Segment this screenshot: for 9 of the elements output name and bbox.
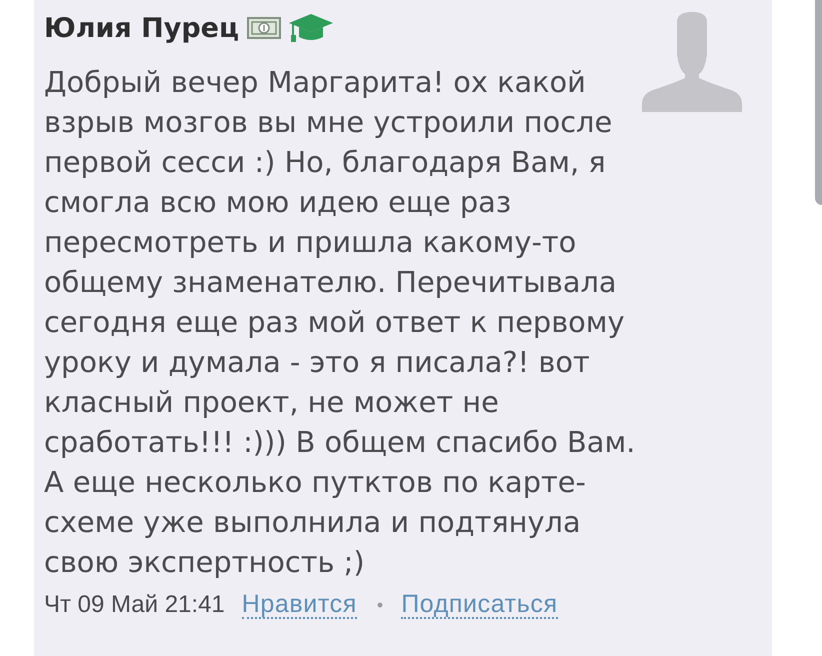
author-name: Юлия Пурец: [44, 12, 239, 44]
avatar-silhouette-icon: [641, 12, 743, 112]
subscribe-link[interactable]: Подписаться: [401, 591, 558, 619]
like-link[interactable]: Нравится: [242, 591, 357, 619]
graduation-cap-icon: [288, 13, 334, 43]
bullet-separator: •: [376, 594, 384, 616]
comment-date: Чт 09 Май 21:41: [44, 591, 225, 619]
comment-text: Добрый вечер Маргарита! ох какой взрыв мозгов вы мне устроили после первой сесси :) Но, благодаря Вам, я смогла всю мою идею еще раз пересмотреть и пришла какому-то общему знаменателю. Перечитывала сегодня еще раз мой ответ к первому уроку и думала - это я писала?! вот класный проект, не может не сработать!!! :))) В общем спасибо Вам. А еще несколько путктов по карте-схеме уже выполнила и подтянула свою экспертность ;): [44, 64, 636, 581]
banknote-icon: [246, 17, 281, 39]
